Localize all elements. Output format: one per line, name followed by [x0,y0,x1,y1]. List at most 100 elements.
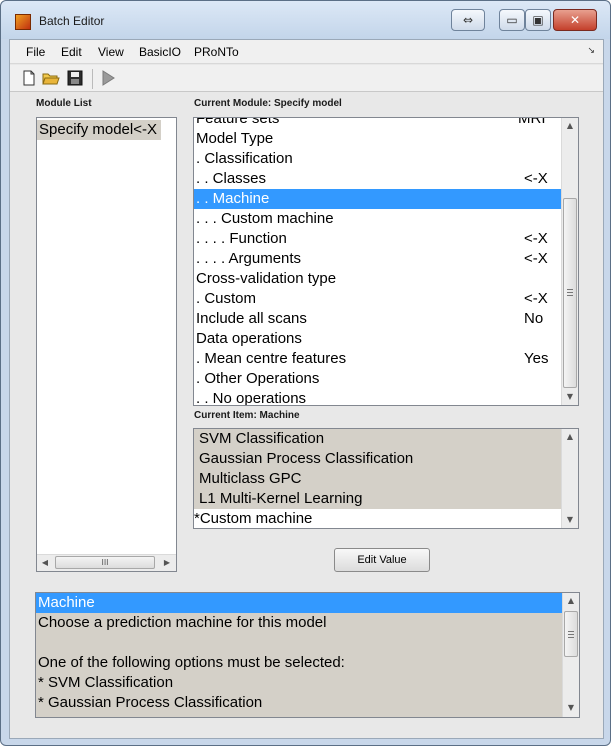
list-item-label: Model Type [196,130,274,147]
help-line-text: One of the following options must be sel… [38,654,345,671]
menu-edit[interactable]: Edit [61,45,82,59]
current-item-label: Current Item: Machine [194,410,300,421]
help-line: * SVM Classification [36,673,562,693]
menu-basicio[interactable]: BasicIO [139,45,181,59]
save-disk-icon[interactable] [66,69,84,87]
help-line-text: Machine [38,594,95,611]
current-item-rows: SVM Classification Gaussian Process Class… [194,429,561,528]
option-item[interactable]: Gaussian Process Classification [194,449,561,469]
list-item[interactable]: Include all scans No [194,309,561,329]
open-folder-icon[interactable] [42,69,60,87]
help-line: Choose a prediction machine for this mod… [36,613,562,633]
list-item-label: Cross-validation type [196,270,337,287]
scroll-down-icon[interactable]: ▼ [562,512,578,528]
matlab-app-icon [15,14,31,30]
list-item-label: . Custom [196,290,257,307]
help-line: One of the following options must be sel… [36,653,562,673]
list-item[interactable]: . . Classes <-X [194,169,561,189]
list-item[interactable]: Feature sets MRI [194,118,561,129]
current-module-vscroll[interactable]: ▲ ▼ [561,118,578,405]
scroll-left-icon[interactable]: ◀ [37,555,53,571]
list-item-label: . . Classes [196,170,267,187]
option-label: Multiclass GPC [199,470,302,487]
option-item[interactable]: SVM Classification [194,429,561,449]
list-item[interactable]: . . . Custom machine [194,209,561,229]
current-module-scroll-thumb[interactable] [563,198,577,388]
current-module-list[interactable]: Feature sets MRI Model Type . Classifica… [193,117,579,406]
list-item-label: . Mean centre features [196,350,347,367]
list-item[interactable]: Model Type [194,129,561,149]
close-button[interactable]: ✕ [553,9,597,31]
menu-overflow-icon[interactable]: ↘ [587,46,595,56]
menu-file[interactable]: File [26,45,45,59]
help-line: * Gaussian Process Classification [36,693,562,713]
help-vscroll[interactable]: ▲ ▼ [562,593,579,717]
client-area: File Edit View BasicIO PRoNTo ↘ Module L… [9,39,604,739]
list-item-label: . Classification [196,150,293,167]
list-item-label: . . No operations [196,390,307,406]
dock-button[interactable]: ⇔ [451,9,485,31]
current-item-list[interactable]: SVM Classification Gaussian Process Class… [193,428,579,529]
module-list-hscroll[interactable]: ◀ III ▶ [37,554,176,571]
option-item[interactable]: L1 Multi-Kernel Learning [194,489,561,509]
list-item-label: . Other Operations [196,370,320,387]
list-item[interactable]: . . . . Function <-X [194,229,561,249]
list-item[interactable]: . Custom <-X [194,289,561,309]
help-line-text: Choose a prediction machine for this mod… [38,614,327,631]
help-scroll-thumb[interactable] [564,611,578,657]
restore-button[interactable]: ▣ [525,9,551,31]
module-list-label: Module List [36,98,92,109]
list-item[interactable]: Data operations [194,329,561,349]
option-item[interactable]: *Custom machine [194,509,561,528]
toolbar [10,65,603,92]
list-item-label: Include all scans [196,310,307,327]
title-bar[interactable]: Batch Editor ⇔ ▭ ▣ ✕ [1,1,610,39]
current-item-vscroll[interactable]: ▲ ▼ [561,429,578,528]
help-line [36,633,562,653]
module-list-item[interactable]: Specify model<-X [37,120,161,140]
toolbar-separator [92,69,93,89]
edit-value-button[interactable]: Edit Value [334,548,430,572]
module-list-box[interactable]: Specify model<-X ◀ III ▶ [36,117,177,572]
scroll-down-icon[interactable]: ▼ [563,700,579,716]
list-item[interactable]: . . No operations [194,389,561,406]
list-item[interactable]: . . Machine [194,189,561,209]
option-label: Gaussian Process Classification [199,450,414,467]
list-item[interactable]: Cross-validation type [194,269,561,289]
help-rows: Machine Choose a prediction machine for t… [36,593,562,717]
list-item-value: Yes [524,350,549,367]
list-item-value: <-X [524,290,548,307]
scroll-down-icon[interactable]: ▼ [562,389,578,405]
batch-editor-window: Batch Editor ⇔ ▭ ▣ ✕ File Edit View Basi… [0,0,611,746]
menu-view[interactable]: View [98,45,124,59]
option-label: SVM Classification [199,430,325,447]
run-play-icon[interactable] [99,69,117,87]
help-line-text: * SVM Classification [38,674,174,691]
menu-pronto[interactable]: PRoNTo [194,45,239,59]
scroll-right-icon[interactable]: ▶ [159,555,175,571]
current-module-label: Current Module: Specify model [194,98,342,109]
scroll-up-icon[interactable]: ▲ [562,429,578,445]
list-item-value: <-X [524,230,548,247]
minimize-button[interactable]: ▭ [499,9,525,31]
option-item[interactable]: Multiclass GPC [194,469,561,489]
scroll-up-icon[interactable]: ▲ [562,118,578,134]
help-text-box[interactable]: Machine Choose a prediction machine for t… [35,592,580,718]
scroll-up-icon[interactable]: ▲ [563,593,579,609]
new-file-icon[interactable] [20,69,38,87]
module-list-hscroll-thumb[interactable]: III [55,556,155,569]
help-line-text: * Gaussian Process Classification [38,694,263,711]
list-item[interactable]: . Mean centre features Yes [194,349,561,369]
list-item[interactable]: . Classification [194,149,561,169]
list-item-label: . . . Custom machine [196,210,334,227]
list-item-label: . . Machine [196,190,270,207]
list-item-value: No [524,310,544,327]
window-title: Batch Editor [39,14,105,28]
list-item-label: Data operations [196,330,302,347]
list-item-label: . . . . Arguments [196,250,302,267]
list-item[interactable]: . . . . Arguments <-X [194,249,561,269]
menu-bar: File Edit View BasicIO PRoNTo ↘ [10,40,603,64]
option-label: *Custom machine [194,510,313,527]
help-title: Machine [36,593,562,613]
list-item[interactable]: . Other Operations [194,369,561,389]
